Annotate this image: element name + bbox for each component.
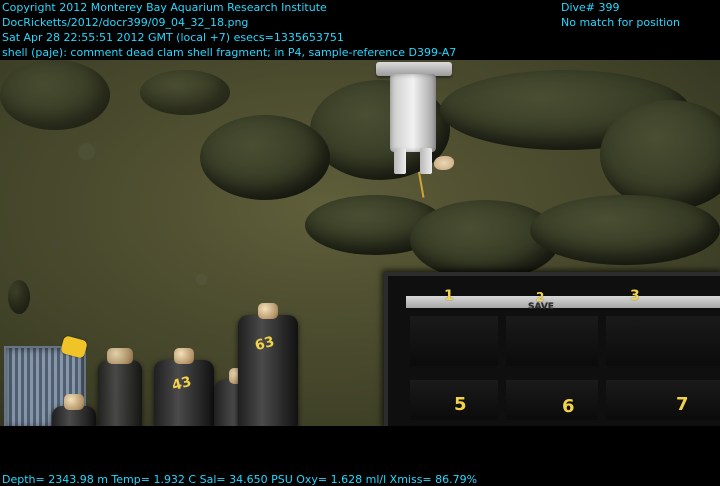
rock-mound xyxy=(0,60,110,130)
sampler-tube xyxy=(238,303,298,426)
box-number-3: 3 xyxy=(630,288,640,304)
timestamp-line: Sat Apr 28 22:55:51 2012 GMT (local +7) … xyxy=(2,31,344,44)
sample-cell xyxy=(506,316,598,366)
robotic-arm-gripper xyxy=(376,60,454,198)
sensor-readout: Depth= 2343.98 m Temp= 1.932 C Sal= 34.6… xyxy=(2,473,478,486)
annotation-line: shell (paje): comment dead clam shell fr… xyxy=(2,46,457,59)
gripper-body xyxy=(390,74,436,152)
sampler-tube xyxy=(154,348,214,426)
metadata-overlay-top-left: Copyright 2012 Monterey Bay Aquarium Res… xyxy=(2,0,456,60)
rock-mound xyxy=(200,115,330,200)
sample-cell xyxy=(606,316,720,366)
filename-line: DocRicketts/2012/docr399/09_04_32_18.png xyxy=(2,16,249,29)
sample-cell xyxy=(410,316,498,366)
sampler-cap xyxy=(64,394,84,410)
sample-cell xyxy=(606,380,720,420)
sampler-tube xyxy=(98,348,142,426)
sampler-cap xyxy=(107,348,133,364)
box-number-6: 6 xyxy=(562,396,575,417)
dive-number: Dive# 399 xyxy=(561,1,620,14)
sampler-tube xyxy=(52,394,96,426)
position-status: No match for position xyxy=(561,16,680,29)
metadata-overlay-top-right: Dive# 399 No match for position xyxy=(561,0,680,30)
box-number-7: 7 xyxy=(676,394,689,415)
sampler-cap xyxy=(174,348,194,364)
clam-shell-fragment xyxy=(434,156,454,170)
sample-cell xyxy=(506,380,598,420)
sampler-cap xyxy=(258,303,278,319)
image-frame: Copyright 2012 Monterey Bay Aquarium Res… xyxy=(0,0,720,486)
rock-mound xyxy=(140,70,230,115)
box-number-5: 5 xyxy=(454,394,467,415)
box-strip-text: SAVE xyxy=(528,302,554,312)
seafloor-photo: 43 63 1 2 3 SAVE 5 6 7 xyxy=(0,60,720,426)
rock-mound xyxy=(8,280,30,314)
gripper-jaw-left xyxy=(394,148,406,174)
copyright-line: Copyright 2012 Monterey Bay Aquarium Res… xyxy=(2,1,327,14)
rock-mound xyxy=(530,195,720,265)
gripper-jaw-right xyxy=(420,148,432,174)
box-number-1: 1 xyxy=(444,288,454,304)
sample-box: 1 2 3 SAVE 5 6 7 xyxy=(384,272,720,426)
